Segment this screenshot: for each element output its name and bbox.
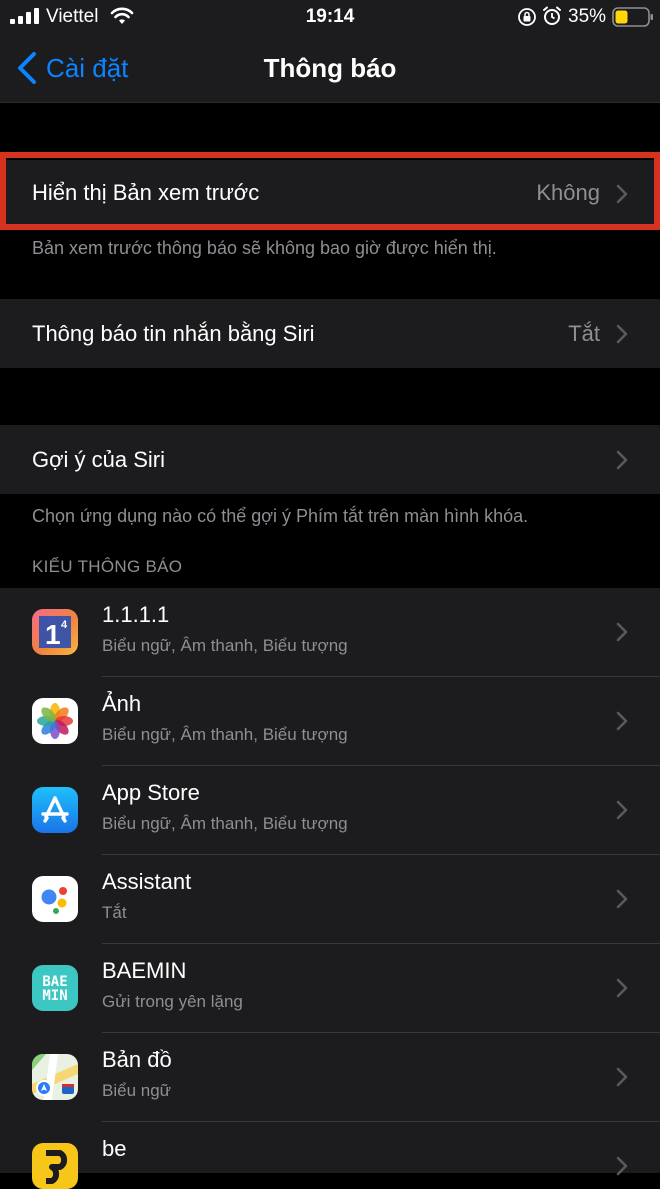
chevron-right-icon <box>616 1067 628 1087</box>
rotation-lock-icon <box>518 8 536 26</box>
notification-style-header: KIỂU THÔNG BÁO <box>32 557 183 576</box>
app-notification-detail: Biểu ngữ, Âm thanh, Biểu tượng <box>102 725 348 744</box>
chevron-right-icon <box>616 184 628 204</box>
chevron-right-icon <box>616 711 628 731</box>
app-row-assistant[interactable]: Assistant Tắt <box>0 855 660 944</box>
cloudflare-1111-icon: 1 4 <box>32 609 78 655</box>
show-previews-value: Không <box>536 180 600 205</box>
baemin-icon: BAE MIN <box>32 965 78 1011</box>
siri-suggestions-footer: Chọn ứng dụng nào có thể gợi ý Phím tắt … <box>32 506 529 526</box>
navigation-bar: Cài đặt Thông báo <box>0 36 660 103</box>
app-store-icon <box>32 787 78 833</box>
alarm-icon <box>543 6 561 25</box>
svg-text:BAEMIN: BAE MIN <box>42 974 67 1004</box>
app-row-1111[interactable]: 1 4 1.1.1.1 Biểu ngữ, Âm thanh, Biểu tượ… <box>0 588 660 677</box>
app-name: App Store <box>102 780 200 805</box>
maps-icon <box>32 1054 78 1100</box>
show-previews-label: Hiển thị Bản xem trước <box>32 180 260 205</box>
app-name: Ảnh <box>102 691 142 716</box>
app-row-maps[interactable]: Bản đồ Biểu ngữ <box>0 1033 660 1122</box>
app-name: Assistant <box>102 869 192 894</box>
app-name: Bản đồ <box>102 1047 172 1072</box>
app-notification-detail: Biểu ngữ, Âm thanh, Biểu tượng <box>102 636 348 655</box>
app-notification-detail: Gửi trong yên lặng <box>102 992 243 1011</box>
app-name: 1.1.1.1 <box>102 602 170 627</box>
announce-messages-value: Tắt <box>568 321 600 346</box>
chevron-right-icon <box>616 1156 628 1176</box>
chevron-right-icon <box>616 324 628 344</box>
app-notification-detail: Biểu ngữ, Âm thanh, Biểu tượng <box>102 814 348 833</box>
app-notification-detail: Tắt <box>102 903 127 922</box>
chevron-right-icon <box>616 978 628 998</box>
app-row-app-store[interactable]: App Store Biểu ngữ, Âm thanh, Biểu tượng <box>0 766 660 855</box>
battery-percentage: 35% <box>568 6 607 27</box>
photos-icon <box>32 698 78 744</box>
show-previews-footer: Bản xem trước thông báo sẽ không bao giờ… <box>32 238 497 258</box>
chevron-right-icon <box>616 800 628 820</box>
chevron-right-icon <box>616 450 628 470</box>
chevron-right-icon <box>616 889 628 909</box>
app-notification-detail: Biểu ngữ <box>102 1081 172 1100</box>
app-row-baemin[interactable]: BAE MIN BAEMIN Gửi trong yên lặng <box>0 944 660 1033</box>
siri-suggestions-label: Gợi ý của Siri <box>32 447 166 472</box>
announce-messages-row[interactable]: Thông báo tin nhắn bằng Siri Tắt <box>0 299 660 368</box>
show-previews-row[interactable]: Hiển thị Bản xem trước Không <box>0 160 660 228</box>
app-row-photos[interactable]: Ảnh Biểu ngữ, Âm thanh, Biểu tượng <box>0 677 660 766</box>
be-icon <box>32 1143 78 1189</box>
app-name: BAEMIN <box>102 958 187 983</box>
svg-text:1: 1 <box>45 619 61 650</box>
battery-icon <box>612 7 653 27</box>
app-name: be <box>102 1136 127 1161</box>
announce-messages-label: Thông báo tin nhắn bằng Siri <box>32 321 315 346</box>
status-bar: Viettel 19:14 35% <box>0 0 660 36</box>
siri-suggestions-row[interactable]: Gợi ý của Siri <box>0 425 660 494</box>
app-row-be[interactable]: be <box>0 1122 660 1189</box>
chevron-right-icon <box>616 622 628 642</box>
page-title: Thông báo <box>263 53 397 83</box>
svg-text:4: 4 <box>61 619 68 631</box>
google-assistant-icon <box>32 876 78 922</box>
